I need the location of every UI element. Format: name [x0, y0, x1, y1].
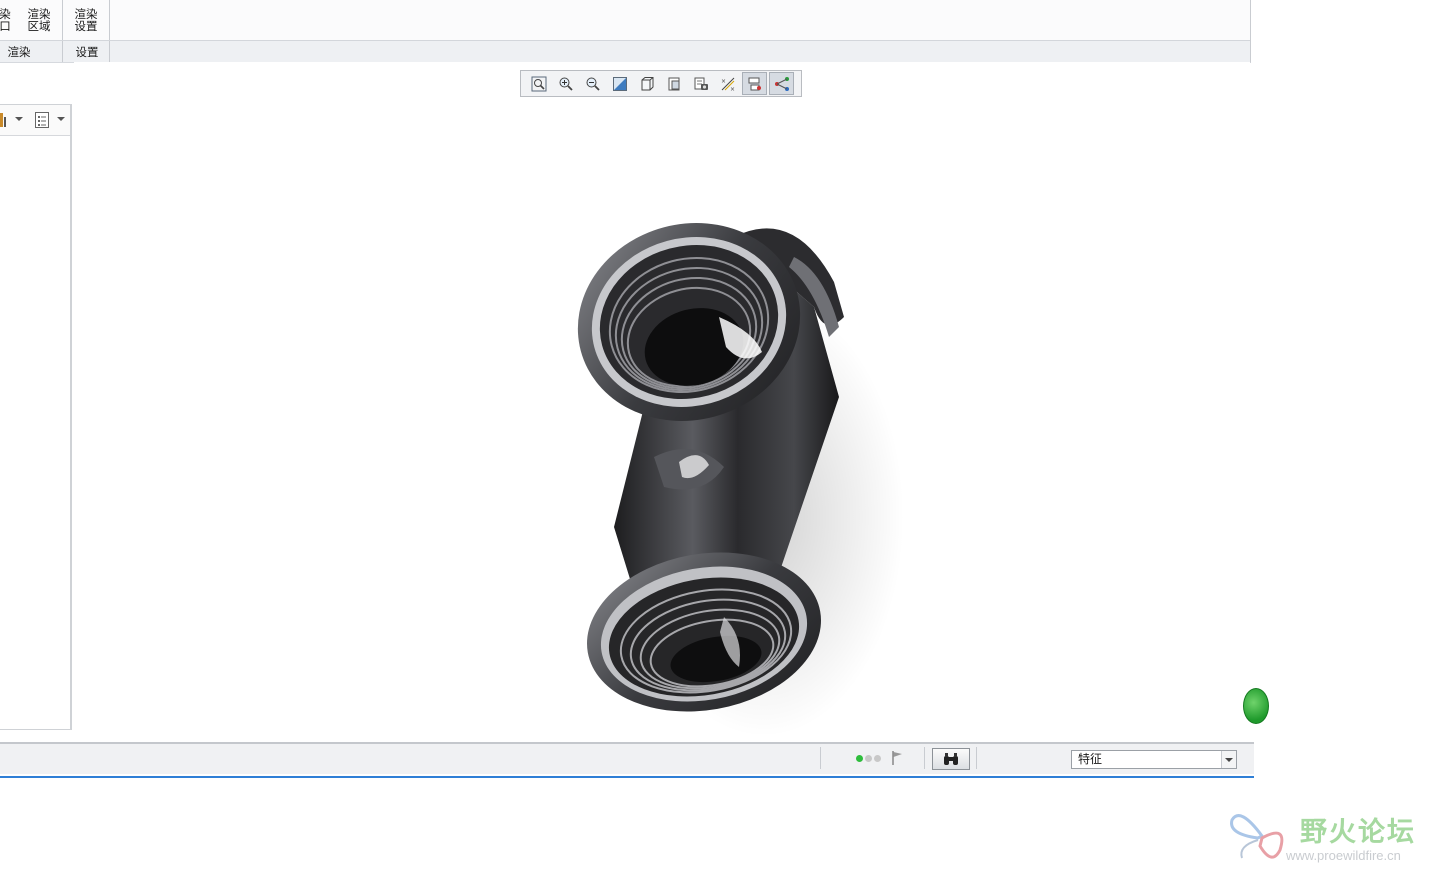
repaint-icon[interactable] — [607, 72, 632, 95]
ribbon-group-labels: 渲染 设置 — [0, 41, 1250, 62]
spin-center-icon[interactable] — [742, 72, 767, 95]
chevron-down-icon[interactable] — [1221, 751, 1236, 768]
graphics-toolbar: × × — [520, 70, 802, 97]
annotation-display-icon[interactable] — [769, 72, 794, 95]
status-separator — [976, 747, 977, 769]
group-separator — [109, 0, 110, 40]
status-dot-icon — [856, 755, 863, 762]
zoom-out-icon[interactable] — [580, 72, 605, 95]
group-separator — [62, 0, 63, 40]
status-separator — [820, 747, 821, 769]
render-settings-button[interactable]: 渲染 设置 — [71, 8, 101, 32]
regeneration-status-indicator — [856, 755, 881, 762]
group-label-settings: 设置 — [75, 45, 99, 59]
flag-icon[interactable] — [891, 750, 905, 766]
taskbar-accent-line — [0, 776, 1254, 778]
group-label-render: 渲染 — [7, 45, 31, 59]
saved-orientation-icon[interactable] — [661, 72, 686, 95]
zoom-in-icon[interactable] — [553, 72, 578, 95]
display-style-icon[interactable] — [634, 72, 659, 95]
selection-filter-select[interactable]: 特征 — [1071, 750, 1237, 769]
chevron-down-icon[interactable] — [57, 117, 65, 121]
app-window: 染 口 渲染 区域 渲染 设置 渲染 设置 × × 特征 — [0, 0, 1254, 778]
refit-icon[interactable] — [526, 72, 551, 95]
show-list-icon[interactable] — [33, 111, 51, 129]
selection-filter-value: 特征 — [1078, 752, 1103, 766]
find-button[interactable] — [932, 748, 970, 770]
chevron-down-icon[interactable] — [15, 117, 23, 121]
watermark-title: 野火论坛 — [1300, 817, 1416, 848]
model-tree-panel — [0, 104, 72, 730]
ribbon: 染 口 渲染 区域 渲染 设置 渲染 设置 — [0, 0, 1251, 63]
status-dot-icon — [865, 755, 872, 762]
render-window-button[interactable]: 染 口 — [0, 8, 12, 32]
status-bar: 特征 — [0, 742, 1254, 778]
render-region-button[interactable]: 渲染 区域 — [24, 8, 54, 32]
tree-settings-icon[interactable] — [0, 111, 14, 129]
svg-text:×: × — [721, 78, 726, 85]
ribbon-button-row: 染 口 渲染 区域 渲染 设置 — [0, 0, 1250, 41]
status-separator — [924, 747, 925, 769]
view-manager-icon[interactable] — [688, 72, 713, 95]
watermark-url: www.proewildfire.cn — [1286, 848, 1401, 863]
green-status-orb-icon[interactable] — [1243, 688, 1269, 724]
graphics-viewport[interactable] — [74, 62, 1250, 742]
datum-display-icon[interactable]: × × — [715, 72, 740, 95]
forum-watermark: 野火论坛 www.proewildfire.cn — [1228, 806, 1434, 868]
pipe-tee-model — [577, 223, 904, 737]
group-separator — [109, 41, 110, 62]
svg-text:×: × — [730, 86, 735, 92]
binoculars-icon — [944, 753, 958, 765]
group-separator — [62, 41, 63, 62]
status-dot-icon — [874, 755, 881, 762]
model-tree-toolbar — [0, 105, 70, 136]
